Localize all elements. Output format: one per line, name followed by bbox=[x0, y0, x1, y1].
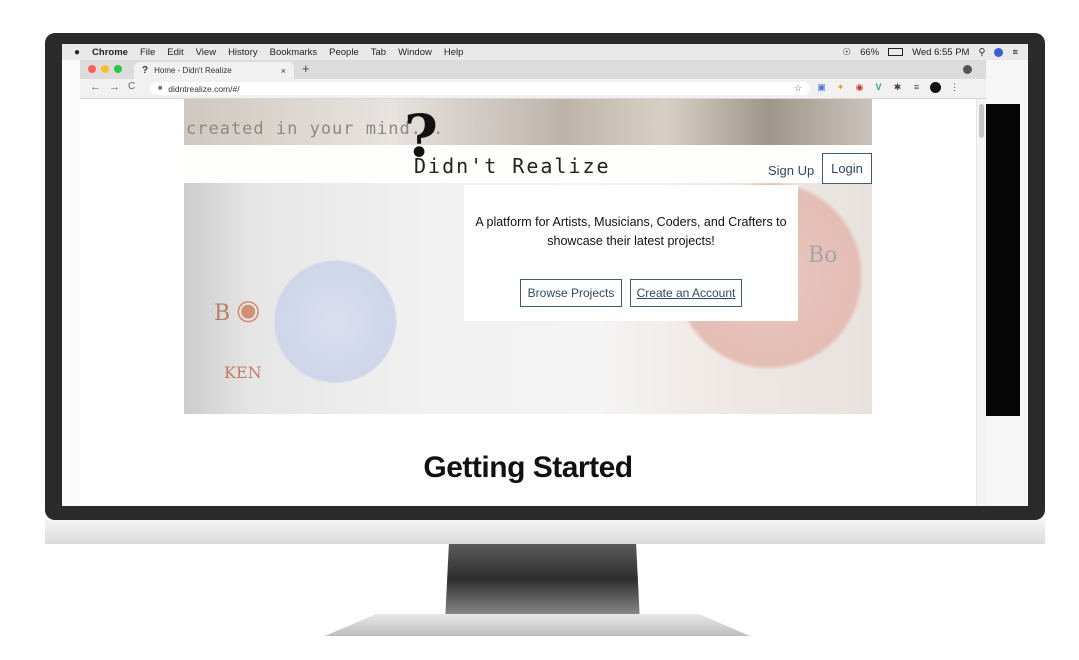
address-url[interactable]: didntrealize.com/#/ bbox=[168, 84, 239, 94]
address-bar[interactable]: ■ didntrealize.com/#/ ☆ bbox=[150, 82, 810, 95]
monitor-stand-neck bbox=[445, 544, 640, 622]
tab-close-icon[interactable]: × bbox=[281, 66, 286, 76]
profile-icon[interactable] bbox=[963, 65, 972, 74]
lock-icon: ■ bbox=[158, 85, 163, 92]
menu-bookmarks[interactable]: Bookmarks bbox=[270, 47, 318, 58]
menu-history[interactable]: History bbox=[228, 47, 258, 58]
page-scrollbar[interactable] bbox=[976, 99, 986, 506]
user-avatar-icon[interactable] bbox=[930, 82, 941, 93]
monitor-stand-base bbox=[325, 614, 750, 636]
reload-icon[interactable]: C bbox=[128, 81, 135, 92]
menu-people[interactable]: People bbox=[329, 47, 359, 58]
vue-devtools-icon[interactable]: V bbox=[873, 82, 884, 93]
site-favicon-icon: ? bbox=[142, 65, 149, 76]
getting-started-heading: Getting Started bbox=[423, 451, 633, 484]
hero-collage-top: created in your mind... bbox=[184, 99, 872, 145]
apple-icon[interactable]: ● bbox=[74, 47, 80, 58]
red-extension-icon[interactable]: ◉ bbox=[854, 82, 865, 93]
collage-bo-text: Bo bbox=[808, 243, 838, 268]
bookmark-star-icon[interactable]: ☆ bbox=[794, 83, 802, 94]
desktop-right-window-edge bbox=[986, 60, 1028, 506]
login-button[interactable]: Login bbox=[822, 153, 872, 184]
signup-link[interactable]: Sign Up bbox=[768, 163, 814, 178]
browser-menu-icon[interactable]: ⋮ bbox=[949, 82, 960, 93]
back-arrow-icon[interactable]: ← bbox=[90, 81, 101, 93]
web-page: created in your mind... B ◉ KEN Bo ~ ? D… bbox=[80, 99, 976, 506]
collage-ken-text: KEN bbox=[224, 363, 262, 382]
intro-description: A platform for Artists, Musicians, Coder… bbox=[475, 215, 787, 248]
menu-file[interactable]: File bbox=[140, 47, 155, 58]
menu-view[interactable]: View bbox=[196, 47, 216, 58]
close-window-button[interactable] bbox=[88, 65, 96, 73]
browse-projects-button[interactable]: Browse Projects bbox=[520, 279, 622, 307]
browser-toolbar: ← → C ■ didntrealize.com/#/ ☆ ▣ ✦ ◉ V ✱ … bbox=[80, 79, 986, 99]
queue-extension-icon[interactable]: ≡ bbox=[911, 82, 922, 93]
menu-help[interactable]: Help bbox=[444, 47, 464, 58]
calendar-extension-icon[interactable]: ▣ bbox=[816, 82, 827, 93]
background-terminal-window bbox=[986, 104, 1020, 416]
notification-center-icon[interactable]: ≡ bbox=[1012, 47, 1018, 58]
new-tab-button[interactable]: + bbox=[302, 61, 310, 76]
battery-percent: 66% bbox=[860, 46, 880, 58]
extensions-area: ▣ ✦ ◉ V ✱ ≡ ⋮ bbox=[816, 82, 960, 93]
create-account-button[interactable]: Create an Account bbox=[630, 279, 742, 307]
menu-tab[interactable]: Tab bbox=[371, 47, 386, 58]
menubar-app-name[interactable]: Chrome bbox=[92, 47, 128, 58]
intro-card: A platform for Artists, Musicians, Coder… bbox=[464, 185, 798, 321]
tab-title: Home - Didn't Realize bbox=[154, 66, 232, 75]
desktop-left-window-edge bbox=[62, 60, 81, 506]
spotlight-icon[interactable]: ⚲ bbox=[978, 47, 985, 58]
monitor-chin bbox=[45, 520, 1045, 544]
scrollbar-thumb[interactable] bbox=[979, 104, 984, 138]
mac-menubar: ● Chrome File Edit View History Bookmark… bbox=[62, 44, 1028, 60]
minimize-window-button[interactable] bbox=[101, 65, 109, 73]
collage-letter-b: B bbox=[214, 301, 231, 326]
battery-icon[interactable] bbox=[888, 48, 904, 56]
menu-window[interactable]: Window bbox=[398, 47, 432, 58]
puzzle-extension-icon[interactable]: ✱ bbox=[892, 82, 903, 93]
menu-edit[interactable]: Edit bbox=[167, 47, 183, 58]
collage-spiral: ◉ bbox=[236, 293, 261, 326]
zoom-window-button[interactable] bbox=[114, 65, 122, 73]
site-logo[interactable]: Didn't Realize bbox=[414, 154, 611, 178]
menubar-clock[interactable]: Wed 6:55 PM bbox=[912, 47, 969, 58]
hero-banner: created in your mind... B ◉ KEN Bo ~ ? D… bbox=[184, 99, 872, 414]
colorful-extension-icon[interactable]: ✦ bbox=[835, 82, 846, 93]
tab-strip: ? Home - Didn't Realize × + bbox=[80, 60, 986, 79]
siri-icon[interactable] bbox=[994, 47, 1004, 57]
browser-window: ? Home - Didn't Realize × + ← → C ■ didn… bbox=[80, 60, 986, 506]
wifi-icon[interactable]: ☉ bbox=[843, 47, 852, 58]
monitor-screen: ● Chrome File Edit View History Bookmark… bbox=[62, 44, 1028, 506]
tab-home[interactable]: ? Home - Didn't Realize × bbox=[134, 62, 294, 79]
forward-arrow-icon[interactable]: → bbox=[109, 81, 120, 93]
